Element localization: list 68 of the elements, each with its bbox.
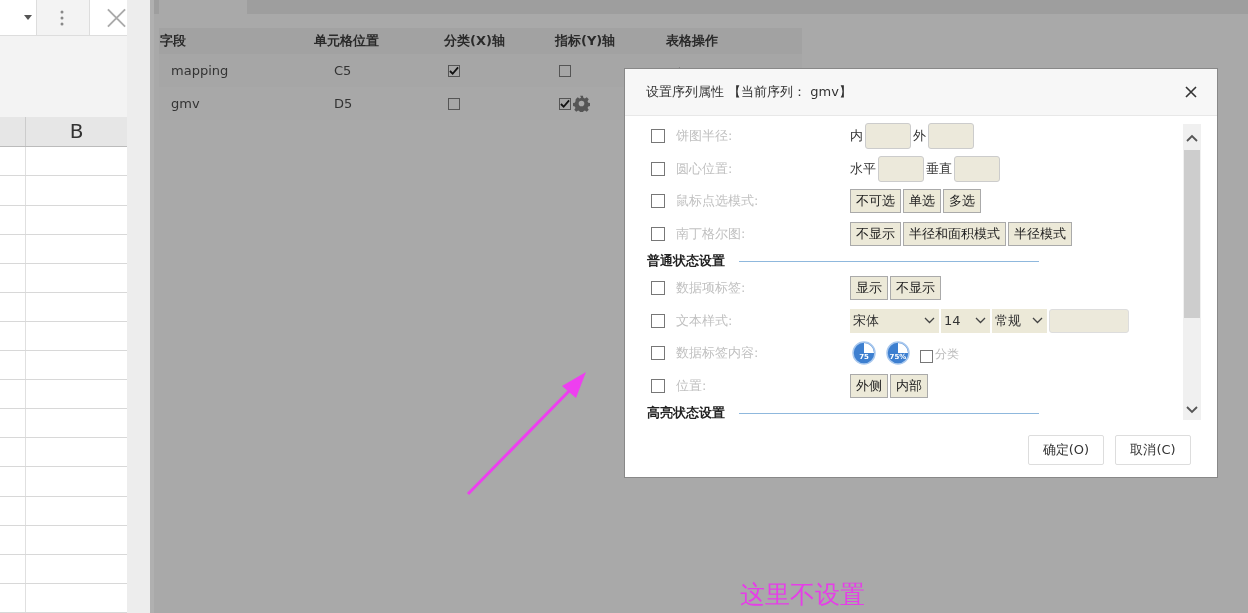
option-label: 圆心位置:	[676, 159, 734, 178]
checkbox[interactable]	[651, 226, 665, 241]
column-heading: 单元格位置	[314, 32, 380, 50]
dropdown[interactable]: 常规	[992, 308, 1047, 333]
table-cell-text: mapping	[170, 63, 230, 78]
checkbox[interactable]	[651, 346, 665, 361]
option-button[interactable]: 不可选	[850, 189, 901, 214]
option-button[interactable]: 半径和面积模式	[903, 221, 1006, 246]
input-field[interactable]	[928, 123, 974, 150]
dialog-title: 设置序列属性 【当前序列： gmv】	[646, 83, 852, 101]
dialog-button[interactable]: 取消(C)	[1115, 434, 1191, 465]
field-label: 水平	[850, 159, 876, 178]
column-heading: 指标(Y)轴	[555, 32, 617, 50]
dialog-button[interactable]: 确定(O)	[1028, 434, 1104, 465]
option-button[interactable]: 显示	[850, 276, 888, 301]
option-button[interactable]: 不显示	[850, 221, 901, 246]
column-heading: 字段	[159, 32, 187, 50]
checkbox[interactable]	[448, 97, 460, 110]
option-button[interactable]: 不显示	[890, 276, 941, 301]
option-label: 饼图半径:	[676, 127, 734, 146]
scroll-down-icon[interactable]	[1186, 406, 1198, 414]
scrollbar[interactable]	[1183, 124, 1201, 420]
more-icon[interactable]	[60, 9, 64, 26]
option-button[interactable]: 外侧	[850, 373, 888, 398]
checkbox[interactable]	[651, 378, 665, 393]
chevron-icon	[975, 317, 986, 325]
option-button[interactable]: 单选	[903, 189, 941, 214]
option-label: 南丁格尔图:	[676, 224, 747, 243]
checkbox[interactable]	[448, 64, 460, 77]
dropdown[interactable]: 宋体	[850, 308, 939, 333]
option-label: 文本样式:	[676, 311, 734, 330]
option-label: 鼠标点选模式:	[676, 192, 760, 211]
table-cell-text: D5	[333, 96, 354, 111]
checkbox[interactable]	[651, 129, 665, 144]
scroll-up-icon[interactable]	[1186, 134, 1198, 142]
option-label: 数据项标签:	[676, 279, 747, 298]
section-heading: 普通状态设置	[647, 252, 725, 270]
field-label: 垂直	[926, 159, 952, 178]
checkbox[interactable]	[559, 97, 571, 110]
input-field[interactable]	[865, 123, 911, 150]
checkbox[interactable]	[651, 281, 665, 296]
close-icon[interactable]	[1185, 86, 1197, 98]
section-heading: 高亮状态设置	[647, 404, 725, 422]
input-field[interactable]	[878, 155, 924, 182]
chevron-icon	[1032, 317, 1043, 325]
caret-icon	[24, 15, 32, 20]
column-heading: 表格操作	[666, 32, 719, 50]
dropdown[interactable]: 14	[941, 308, 990, 333]
input-field[interactable]	[954, 155, 1000, 182]
option-label: 分类	[935, 345, 959, 363]
input-field[interactable]	[1049, 308, 1129, 333]
option-button[interactable]: 多选	[943, 189, 981, 214]
annotation-text: 这里不设置	[740, 579, 865, 611]
checkbox[interactable]	[651, 313, 665, 328]
option-label: 数据标签内容:	[676, 344, 760, 363]
field-label: 外	[913, 127, 926, 146]
checkbox[interactable]	[651, 194, 665, 209]
option-button[interactable]: 半径模式	[1008, 221, 1072, 246]
table-cell-text: gmv	[170, 96, 201, 111]
checkbox[interactable]	[920, 349, 933, 363]
table-cell-text: C5	[333, 63, 353, 78]
column-heading: 分类(X)轴	[444, 32, 506, 50]
chevron-icon	[924, 317, 935, 325]
option-label: 位置:	[676, 376, 708, 395]
checkbox[interactable]	[651, 161, 665, 176]
checkbox[interactable]	[559, 64, 571, 77]
option-button[interactable]: 内部	[890, 373, 928, 398]
field-label: 内	[850, 127, 863, 146]
